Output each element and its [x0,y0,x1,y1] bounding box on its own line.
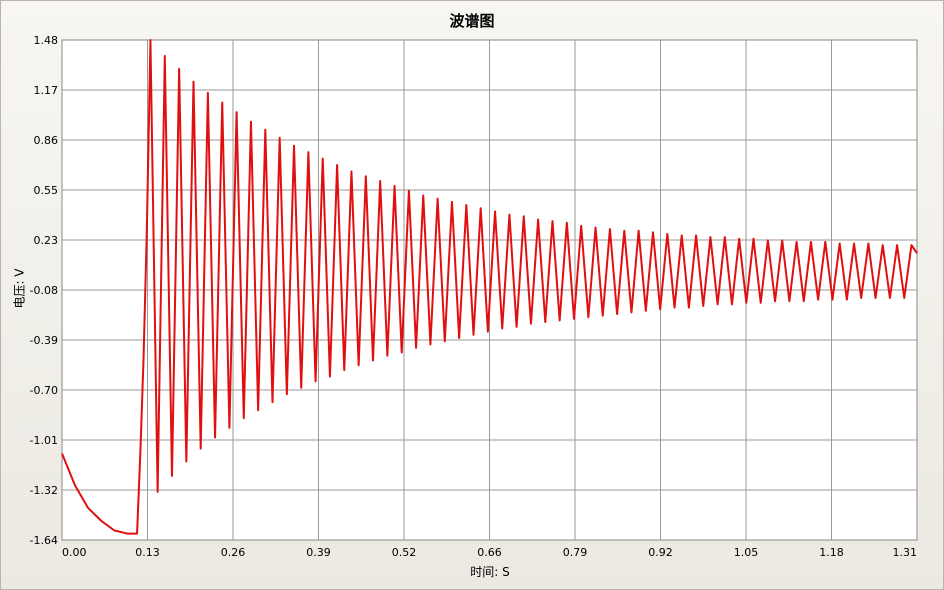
y-tick-label: -1.01 [30,434,58,447]
x-tick-label: 0.00 [62,546,87,559]
x-tick-label: 1.18 [819,546,844,559]
y-tick-label: 1.17 [34,84,59,97]
x-tick-label: 0.26 [221,546,246,559]
x-tick-label: 0.52 [392,546,417,559]
x-tick-labels: 0.00 0.13 0.26 0.39 0.52 0.66 0.79 0.92 1.05 1.18… [62,546,917,559]
y-tick-label: 0.55 [34,184,59,197]
y-tick-label: 0.86 [34,134,59,147]
chart-svg: 1.481.170.860.550.23-0.08-0.39-0.70-1.01… [30,34,918,559]
y-axis-label: 电压: V [12,268,27,309]
x-tick-label: 1.05 [734,546,759,559]
y-tick-label: 1.48 [34,34,59,47]
y-tick-label: -1.64 [30,534,58,547]
y-axis-label-wrap: 电压: V [4,250,34,330]
x-tick-label: 0.39 [306,546,331,559]
x-tick-label: 0.66 [477,546,502,559]
y-tick-label: -0.70 [30,384,58,397]
x-tick-label: 0.92 [648,546,673,559]
y-tick-label: 0.23 [34,234,59,247]
y-tick-label: -1.32 [30,484,58,497]
x-tick-label: 1.31 [893,546,918,559]
x-axis-label: 时间: S [470,565,510,579]
y-tick-label: -0.39 [30,334,58,347]
x-tick-label: 0.13 [135,546,160,559]
x-tick-label: 0.79 [563,546,588,559]
